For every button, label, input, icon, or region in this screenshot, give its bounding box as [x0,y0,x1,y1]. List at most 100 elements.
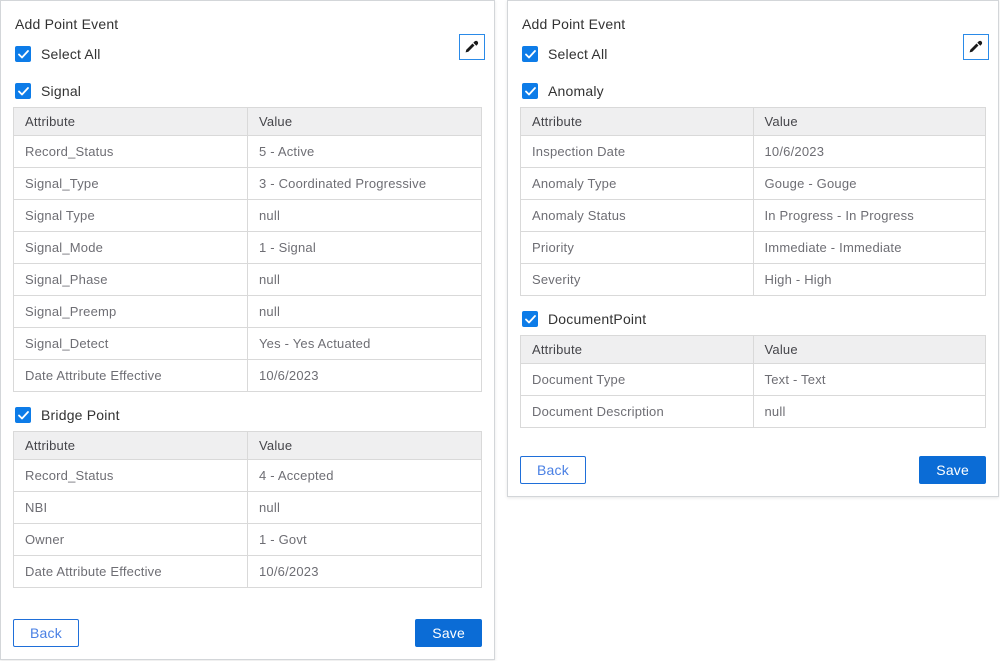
value-cell: 4 - Accepted [248,460,482,492]
attribute-cell: Signal_Mode [14,232,248,264]
add-point-event-panel-right: Add Point Event Select All Anomaly [507,0,999,497]
section-checkbox-anomaly[interactable]: Anomaly [522,83,986,99]
table-row: Signal_Preempnull [14,296,482,328]
attribute-cell: Anomaly Status [521,200,754,232]
attribute-table: Attribute Value Record_Status5 - ActiveS… [13,107,482,392]
table-row: SeverityHigh - High [521,264,986,296]
select-all-checkbox[interactable]: Select All [15,46,482,62]
value-cell: 5 - Active [248,136,482,168]
attribute-cell: Signal_Detect [14,328,248,360]
panel-footer: Back Save [13,619,482,647]
attribute-cell: Priority [521,232,754,264]
attribute-cell: Document Type [521,364,754,396]
table-row: Signal_Type3 - Coordinated Progressive [14,168,482,200]
attribute-column-header: Attribute [521,336,754,364]
back-button[interactable]: Back [520,456,586,484]
eyedropper-icon [968,38,984,57]
table-row: Signal_Mode1 - Signal [14,232,482,264]
table-row: Signal_Phasenull [14,264,482,296]
attribute-table: Attribute Value Inspection Date10/6/2023… [520,107,986,296]
table-row: Record_Status5 - Active [14,136,482,168]
attribute-table: Attribute Value Document TypeText - Text… [520,335,986,428]
checkbox-checked-icon[interactable] [15,83,31,99]
section-label: DocumentPoint [548,311,646,327]
value-cell: 10/6/2023 [248,556,482,588]
select-all-checkbox[interactable]: Select All [522,46,986,62]
eyedropper-button[interactable] [459,34,485,60]
table-row: PriorityImmediate - Immediate [521,232,986,264]
page: Add Point Event Select All Signal [0,0,1000,660]
value-cell: 1 - Signal [248,232,482,264]
table-row: Inspection Date10/6/2023 [521,136,986,168]
section-signal: Signal Attribute Value Record_Status5 - … [13,83,482,392]
attribute-column-header: Attribute [14,108,248,136]
attribute-cell: Date Attribute Effective [14,556,248,588]
section-checkbox-bridge-point[interactable]: Bridge Point [15,407,482,423]
value-cell: null [753,396,986,428]
attribute-cell: Record_Status [14,460,248,492]
value-cell: Text - Text [753,364,986,396]
attribute-column-header: Attribute [14,432,248,460]
table-row: Document Descriptionnull [521,396,986,428]
section-label: Bridge Point [41,407,120,423]
table-row: Record_Status4 - Accepted [14,460,482,492]
table-row: Signal Typenull [14,200,482,232]
save-button[interactable]: Save [415,619,482,647]
back-button[interactable]: Back [13,619,79,647]
table-row: Signal_DetectYes - Yes Actuated [14,328,482,360]
table-header-row: Attribute Value [521,108,986,136]
table-row: Owner1 - Govt [14,524,482,556]
attribute-cell: Inspection Date [521,136,754,168]
attribute-cell: Anomaly Type [521,168,754,200]
value-cell: null [248,200,482,232]
attribute-table: Attribute Value Record_Status4 - Accepte… [13,431,482,588]
section-label: Anomaly [548,83,604,99]
value-cell: 3 - Coordinated Progressive [248,168,482,200]
select-all-label: Select All [548,46,608,62]
section-documentpoint: DocumentPoint Attribute Value Document T… [520,311,986,428]
section-checkbox-documentpoint[interactable]: DocumentPoint [522,311,986,327]
checkbox-checked-icon[interactable] [15,407,31,423]
table-row: Anomaly StatusIn Progress - In Progress [521,200,986,232]
section-bridge-point: Bridge Point Attribute Value Record_Stat… [13,407,482,588]
section-anomaly: Anomaly Attribute Value Inspection Date1… [520,83,986,296]
add-point-event-panel-left: Add Point Event Select All Signal [0,0,495,660]
value-cell: High - High [753,264,986,296]
attribute-cell: Signal Type [14,200,248,232]
value-cell: null [248,296,482,328]
value-cell: 10/6/2023 [248,360,482,392]
table-header-row: Attribute Value [521,336,986,364]
value-column-header: Value [248,108,482,136]
section-checkbox-signal[interactable]: Signal [15,83,482,99]
eyedropper-button[interactable] [963,34,989,60]
attribute-cell: Date Attribute Effective [14,360,248,392]
checkbox-checked-icon[interactable] [522,83,538,99]
table-row: NBInull [14,492,482,524]
save-button[interactable]: Save [919,456,986,484]
table-header-row: Attribute Value [14,432,482,460]
checkbox-checked-icon[interactable] [522,311,538,327]
page-title: Add Point Event [522,16,986,32]
section-label: Signal [41,83,81,99]
table-row: Date Attribute Effective10/6/2023 [14,360,482,392]
attribute-cell: Signal_Preemp [14,296,248,328]
attribute-cell: NBI [14,492,248,524]
attribute-cell: Signal_Phase [14,264,248,296]
checkbox-checked-icon[interactable] [522,46,538,62]
value-column-header: Value [248,432,482,460]
table-row: Anomaly TypeGouge - Gouge [521,168,986,200]
checkbox-checked-icon[interactable] [15,46,31,62]
attribute-cell: Severity [521,264,754,296]
value-cell: null [248,492,482,524]
value-column-header: Value [753,108,986,136]
value-cell: Gouge - Gouge [753,168,986,200]
value-cell: 1 - Govt [248,524,482,556]
select-all-label: Select All [41,46,101,62]
panel-footer: Back Save [520,456,986,484]
table-header-row: Attribute Value [14,108,482,136]
value-column-header: Value [753,336,986,364]
value-cell: In Progress - In Progress [753,200,986,232]
table-row: Date Attribute Effective10/6/2023 [14,556,482,588]
table-row: Document TypeText - Text [521,364,986,396]
value-cell: Immediate - Immediate [753,232,986,264]
